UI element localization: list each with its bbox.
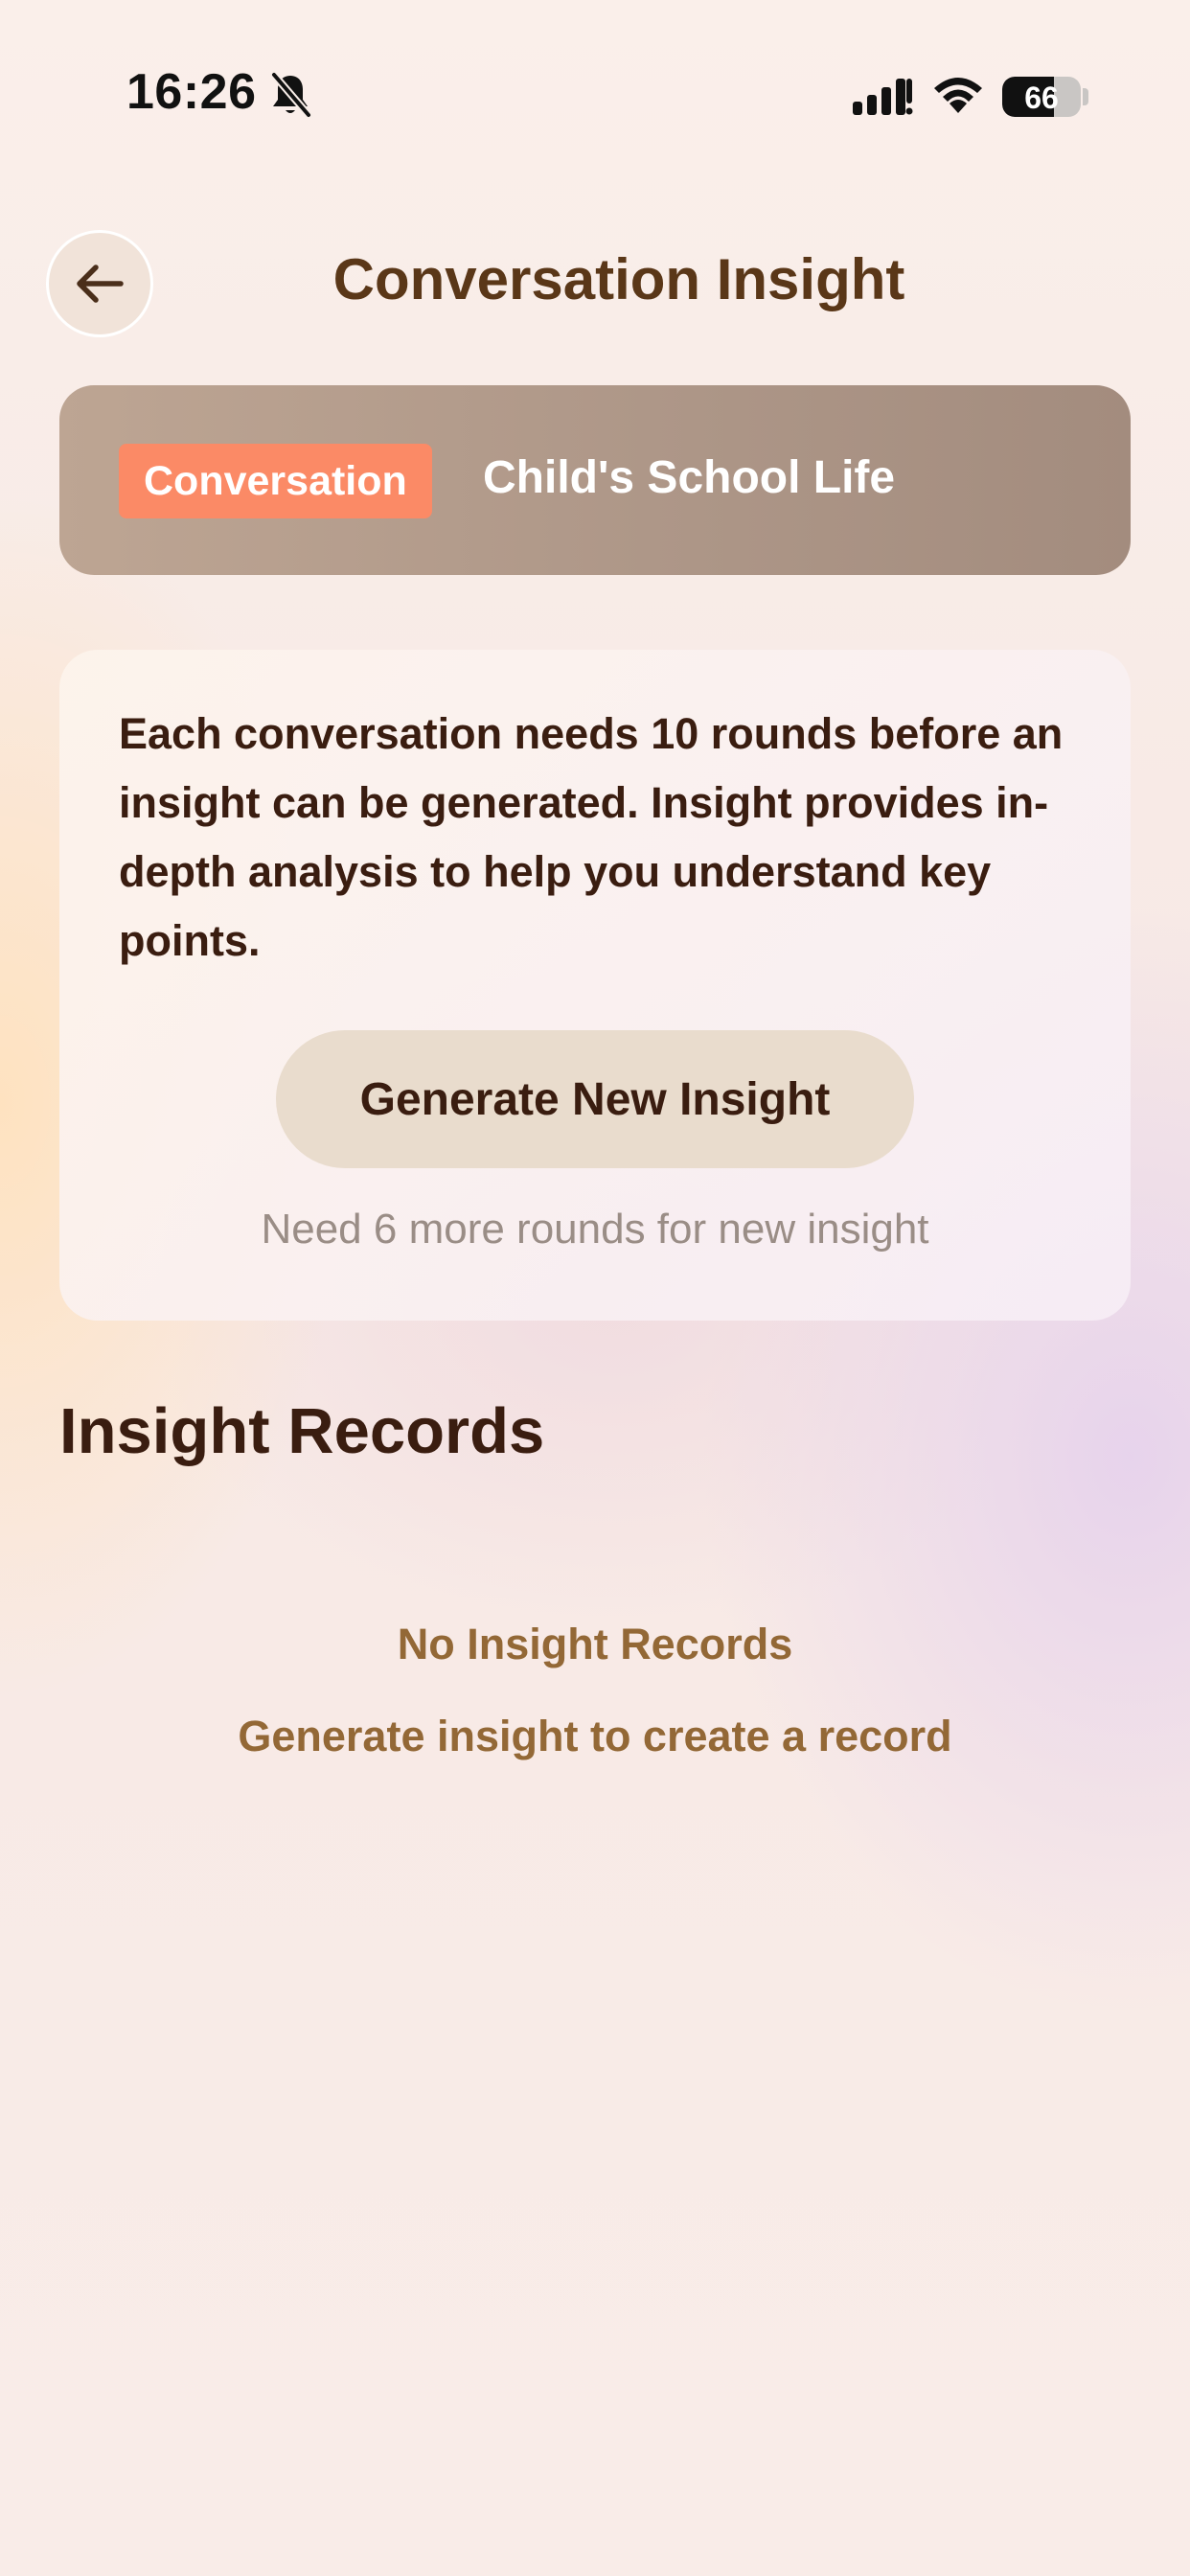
status-time: 16:26 [126, 64, 257, 120]
rounds-remaining-note: Need 6 more rounds for new insight [261, 1206, 929, 1253]
topic-title: Child's School Life [483, 452, 896, 503]
generate-insight-button[interactable]: Generate New Insight [276, 1030, 914, 1168]
bell-slash-icon [270, 71, 312, 119]
battery-icon: 66 [1002, 77, 1081, 117]
wifi-icon [934, 78, 982, 113]
topic-badge: Conversation [119, 444, 432, 518]
insight-records-heading: Insight Records [59, 1395, 545, 1467]
empty-records-subtitle: Generate insight to create a record [238, 1712, 952, 1760]
insight-description: Each conversation needs 10 rounds before… [119, 709, 1064, 965]
battery-tip [1083, 88, 1088, 105]
empty-records-title: No Insight Records [397, 1620, 793, 1668]
battery-level: 66 [1024, 80, 1059, 115]
page-title: Conversation Insight [332, 247, 905, 311]
cellular-signal-icon [853, 79, 913, 115]
